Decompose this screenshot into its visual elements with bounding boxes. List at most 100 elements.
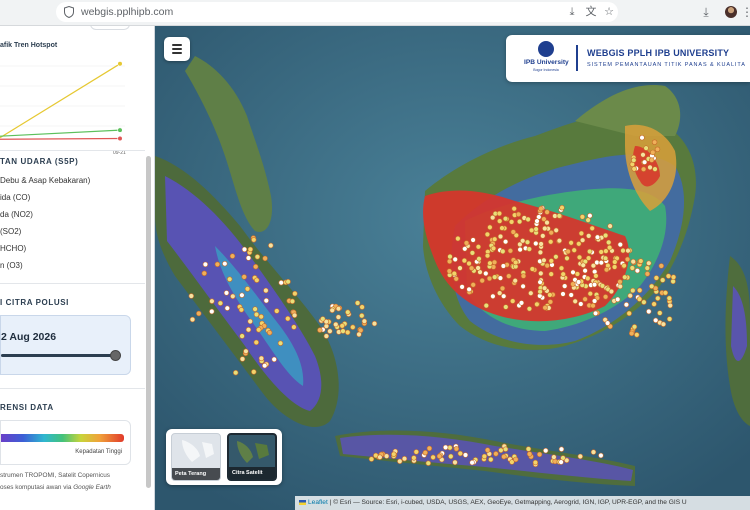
hotspot-dot[interactable] (383, 453, 390, 459)
hotspot-dot[interactable] (340, 328, 346, 334)
hotspot-dot[interactable] (548, 239, 554, 245)
hotspot-dot[interactable] (446, 268, 453, 274)
hotspot-dot[interactable] (551, 454, 557, 460)
hotspot-dot[interactable] (644, 265, 650, 271)
hotspot-dot[interactable] (570, 281, 576, 287)
hotspot-dot[interactable] (499, 225, 505, 231)
hotspot-dot[interactable] (634, 332, 640, 338)
hotspot-dot[interactable] (468, 265, 475, 271)
hotspot-dot[interactable] (498, 447, 504, 453)
hotspot-dot[interactable] (453, 446, 460, 452)
hotspot-dot[interactable] (537, 249, 544, 256)
hotspot-dot[interactable] (652, 166, 658, 172)
hotspot-dot[interactable] (188, 293, 194, 299)
panel-scrollbar[interactable] (146, 156, 151, 488)
layer-item-aerosol[interactable]: Debu & Asap Kebakaran) (0, 176, 90, 185)
hotspot-dot[interactable] (469, 459, 475, 466)
hotspot-dot[interactable] (484, 447, 491, 453)
hotspot-dot[interactable] (617, 279, 623, 285)
hotspot-dot[interactable] (463, 240, 470, 246)
hotspot-dot[interactable] (350, 324, 356, 330)
shield-icon[interactable] (64, 6, 74, 18)
hotspot-dot[interactable] (497, 233, 504, 240)
hotspot-dot[interactable] (491, 259, 498, 266)
downloads-icon[interactable]: ⤓ (699, 5, 713, 19)
hotspot-dot[interactable] (241, 246, 248, 253)
hotspot-dot[interactable] (536, 451, 543, 458)
hotspot-dot[interactable] (594, 259, 600, 266)
hotspot-dot[interactable] (457, 265, 463, 271)
hotspot-dot[interactable] (649, 157, 655, 163)
hotspot-dot[interactable] (422, 450, 428, 456)
hotspot-dot[interactable] (446, 258, 453, 265)
hotspot-dot[interactable] (629, 330, 635, 337)
hotspot-dot[interactable] (517, 246, 523, 253)
hotspot-dot[interactable] (209, 298, 215, 304)
hotspot-dot[interactable] (252, 306, 258, 312)
hotspot-dot[interactable] (653, 275, 660, 281)
hotspot-dot[interactable] (327, 328, 333, 334)
hotspot-dot[interactable] (560, 271, 566, 277)
hotspot-dot[interactable] (578, 230, 585, 237)
hotspot-dot[interactable] (354, 300, 361, 306)
hotspot-dot[interactable] (317, 327, 323, 333)
hotspot-dot[interactable] (457, 450, 463, 457)
hotspot-dot[interactable] (623, 302, 630, 308)
hotspot-dot[interactable] (558, 265, 565, 271)
hotspot-dot[interactable] (520, 283, 526, 289)
hotspot-dot[interactable] (462, 452, 469, 458)
hotspot-dot[interactable] (411, 455, 417, 461)
hotspot-dot[interactable] (548, 271, 554, 277)
hotspot-dot[interactable] (262, 255, 268, 262)
hotspot-dot[interactable] (238, 307, 245, 313)
hotspot-dot[interactable] (528, 227, 535, 234)
hotspot-dot[interactable] (641, 299, 647, 305)
more-icon[interactable]: ⋮ (740, 5, 750, 19)
hotspot-dot[interactable] (577, 453, 583, 460)
hotspot-dot[interactable] (333, 321, 339, 328)
hotspot-dot[interactable] (634, 268, 641, 274)
hotspot-dot[interactable] (631, 157, 637, 163)
hotspot-dot[interactable] (442, 444, 449, 451)
hotspot-dot[interactable] (606, 244, 613, 251)
hotspot-dot[interactable] (562, 283, 568, 289)
hotspot-dot[interactable] (484, 253, 491, 259)
hotspot-dot[interactable] (516, 218, 523, 225)
hotspot-dot[interactable] (448, 453, 454, 460)
hotspot-dot[interactable] (576, 254, 583, 261)
hotspot-dot[interactable] (511, 206, 517, 212)
hotspot-dot[interactable] (202, 261, 209, 268)
hotspot-dot[interactable] (666, 295, 672, 301)
hotspot-dot[interactable] (564, 255, 570, 262)
hotspot-dot[interactable] (239, 333, 245, 339)
hotspot-dot[interactable] (529, 266, 536, 272)
hotspot-dot[interactable] (401, 456, 408, 462)
hotspot-dot[interactable] (568, 292, 574, 298)
hotspot-dot[interactable] (534, 301, 540, 307)
hotspot-dot[interactable] (459, 284, 465, 290)
hotspot-dot[interactable] (490, 293, 496, 299)
hotspot-dot[interactable] (543, 447, 549, 454)
hotspot-dot[interactable] (291, 312, 298, 318)
hotspot-dot[interactable] (507, 248, 514, 254)
basemap-light-option[interactable]: Peta Terang (171, 433, 221, 481)
hotspot-dot[interactable] (598, 249, 604, 255)
hotspot-dot[interactable] (291, 324, 297, 330)
hotspot-dot[interactable] (476, 256, 482, 262)
layer-item-no2[interactable]: da (NO2) (0, 210, 33, 219)
hotspot-dot[interactable] (497, 275, 504, 281)
hotspot-dot[interactable] (510, 229, 516, 235)
hotspot-dot[interactable] (653, 317, 659, 323)
hotspot-dot[interactable] (502, 239, 509, 245)
hotspot-dot[interactable] (413, 449, 419, 455)
hotspot-dot[interactable] (289, 298, 296, 304)
hotspot-dot[interactable] (209, 308, 215, 315)
hotspot-dot[interactable] (544, 209, 550, 215)
hotspot-dot[interactable] (630, 287, 636, 294)
hotspot-dot[interactable] (224, 305, 231, 311)
hotspot-dot[interactable] (606, 239, 612, 246)
hotspot-dot[interactable] (251, 369, 257, 375)
hotspot-dot[interactable] (222, 261, 228, 267)
hotspot-dot[interactable] (631, 324, 638, 330)
hotspot-dot[interactable] (602, 294, 609, 300)
